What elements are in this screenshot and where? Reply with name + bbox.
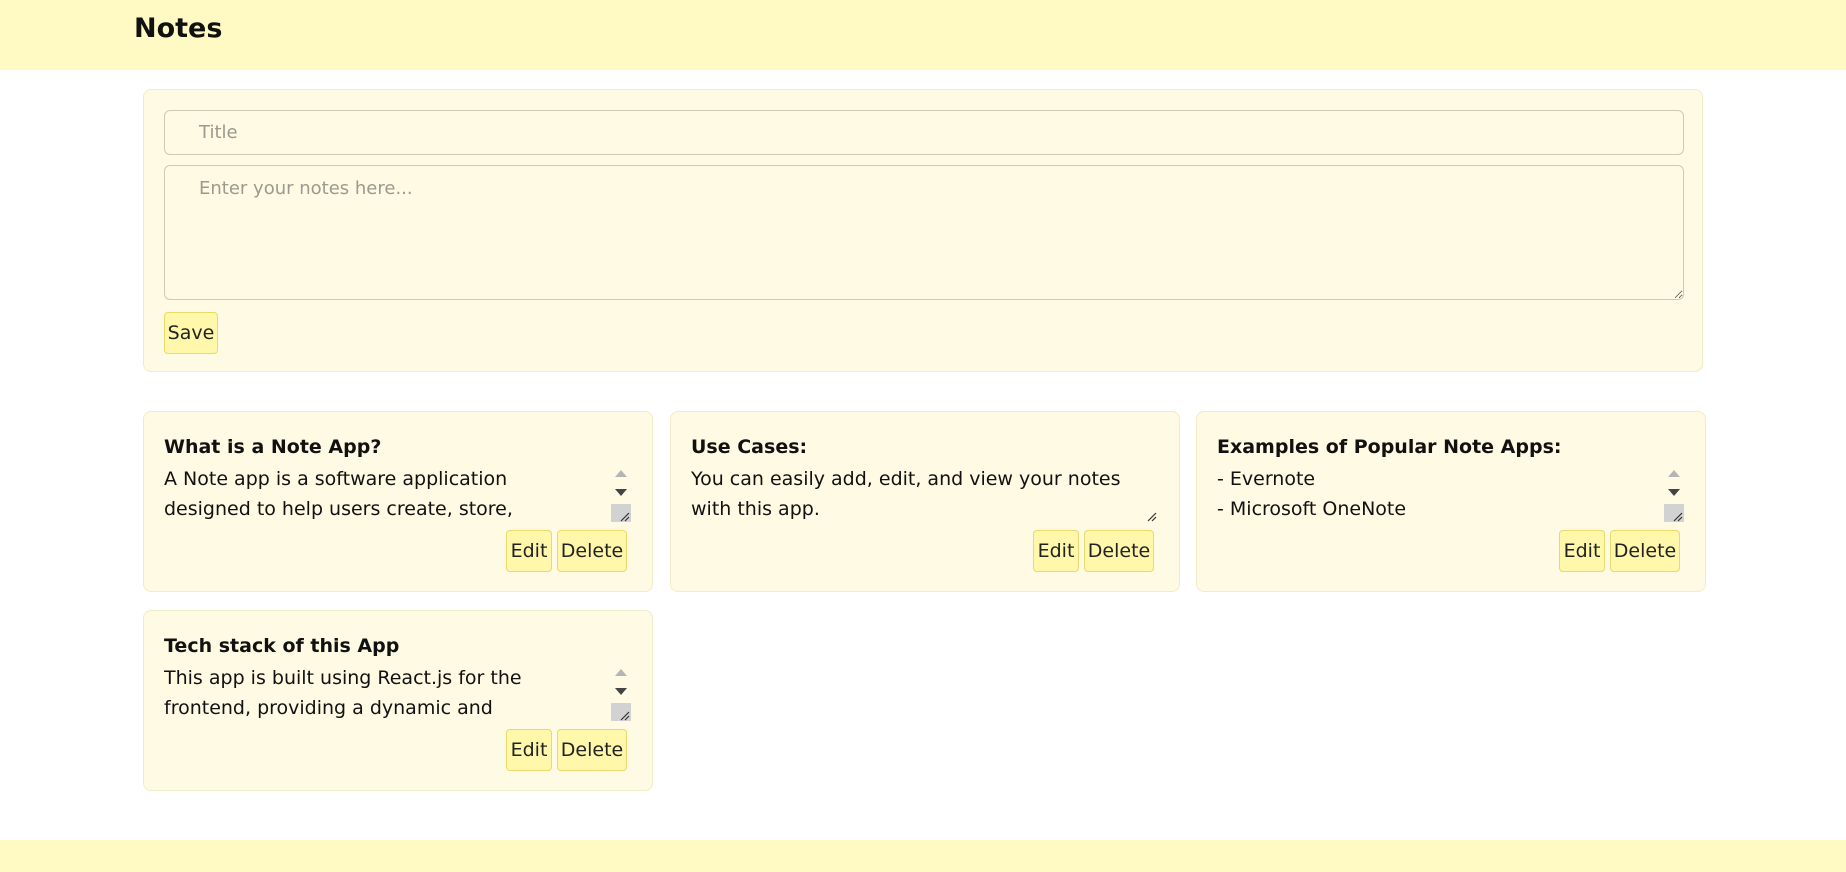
scroll-down-icon[interactable] <box>1668 489 1680 496</box>
delete-button[interactable]: Delete <box>557 530 627 572</box>
edit-button[interactable]: Edit <box>1033 530 1079 572</box>
app-footer <box>0 840 1846 872</box>
note-body[interactable]: A Note app is a software application des… <box>164 464 594 522</box>
scroll-up-icon[interactable] <box>1668 470 1680 477</box>
scroll-down-icon[interactable] <box>615 489 627 496</box>
edit-button[interactable]: Edit <box>1559 530 1605 572</box>
notes-input[interactable] <box>164 165 1684 300</box>
delete-button[interactable]: Delete <box>1084 530 1154 572</box>
edit-button[interactable]: Edit <box>506 729 552 771</box>
resize-grip-icon[interactable] <box>618 709 630 721</box>
edit-button[interactable]: Edit <box>506 530 552 572</box>
note-form: Save <box>143 89 1703 372</box>
resize-grip-icon[interactable] <box>1671 510 1683 522</box>
note-body[interactable]: You can easily add, edit, and view your … <box>691 464 1121 522</box>
scroll-up-icon[interactable] <box>615 669 627 676</box>
resize-grip-icon[interactable] <box>618 510 630 522</box>
app-title: Notes <box>134 13 223 44</box>
delete-button[interactable]: Delete <box>557 729 627 771</box>
scroll-up-icon[interactable] <box>615 470 627 477</box>
delete-button[interactable]: Delete <box>1610 530 1680 572</box>
note-title: What is a Note App? <box>164 436 382 458</box>
note-body[interactable]: This app is built using React.js for the… <box>164 663 594 721</box>
note-body[interactable]: - Evernote - Microsoft OneNote <box>1217 464 1647 522</box>
note-card: Examples of Popular Note Apps: - Evernot… <box>1196 411 1706 592</box>
note-title: Tech stack of this App <box>164 635 400 657</box>
title-input[interactable] <box>164 110 1684 155</box>
note-card: What is a Note App? A Note app is a soft… <box>143 411 653 592</box>
scroll-down-icon[interactable] <box>615 688 627 695</box>
resize-grip-icon[interactable] <box>1145 510 1157 522</box>
note-title: Use Cases: <box>691 436 808 458</box>
app-header: Notes <box>0 0 1846 70</box>
note-title: Examples of Popular Note Apps: <box>1217 436 1562 458</box>
note-card: Use Cases: You can easily add, edit, and… <box>670 411 1180 592</box>
save-button[interactable]: Save <box>164 312 218 354</box>
note-card: Tech stack of this App This app is built… <box>143 610 653 791</box>
